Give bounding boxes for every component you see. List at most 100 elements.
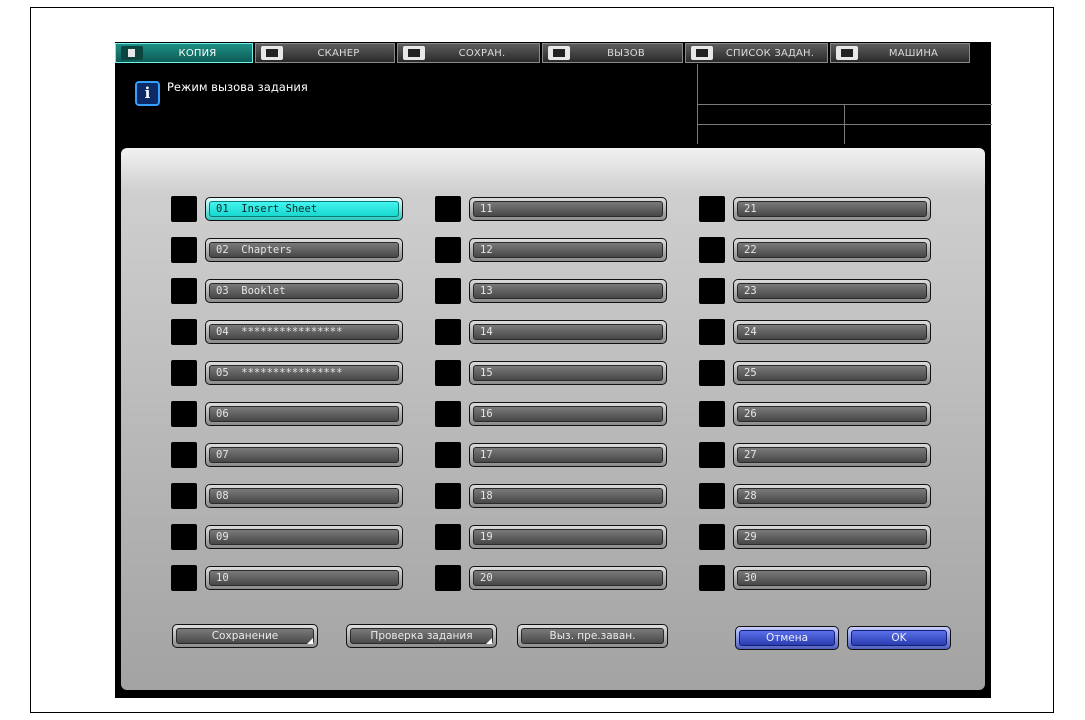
job-button-16[interactable]: 16 xyxy=(469,402,667,426)
job-checkbox[interactable] xyxy=(171,278,197,304)
job-checkbox[interactable] xyxy=(699,524,725,550)
job-button-09[interactable]: 09 xyxy=(205,525,403,549)
job-button-03[interactable]: 03 Booklet xyxy=(205,279,403,303)
job-button-13[interactable]: 13 xyxy=(469,279,667,303)
job-checkbox[interactable] xyxy=(171,401,197,427)
job-label: 12 xyxy=(473,242,663,258)
job-button-05[interactable]: 05 **************** xyxy=(205,361,403,385)
job-checkbox[interactable] xyxy=(435,483,461,509)
job-checkbox[interactable] xyxy=(699,565,725,591)
job-label: 27 xyxy=(737,447,927,463)
job-checkbox[interactable] xyxy=(699,401,725,427)
job-checkbox[interactable] xyxy=(435,278,461,304)
tab-label: СКАНЕР xyxy=(317,47,360,59)
tab-store[interactable]: СОХРАН. xyxy=(397,43,540,63)
job-button-21[interactable]: 21 xyxy=(733,197,931,221)
job-checkbox[interactable] xyxy=(171,360,197,386)
job-label: 05 **************** xyxy=(209,365,399,381)
job-button-19[interactable]: 19 xyxy=(469,525,667,549)
job-label: 09 xyxy=(209,529,399,545)
corner-arrow-icon xyxy=(486,638,492,644)
job-button-30[interactable]: 30 xyxy=(733,566,931,590)
job-button-01[interactable]: 01 Insert Sheet xyxy=(205,197,403,221)
ok-button[interactable]: OK xyxy=(847,626,951,650)
tab-scanner[interactable]: СКАНЕР xyxy=(255,43,395,63)
tab-label: ВЫЗОВ xyxy=(607,47,645,59)
button-label: Отмена xyxy=(739,630,835,646)
job-checkbox[interactable] xyxy=(435,319,461,345)
message-area: i Режим вызова задания xyxy=(115,64,695,144)
job-button-22[interactable]: 22 xyxy=(733,238,931,262)
job-button-06[interactable]: 06 xyxy=(205,402,403,426)
tab-recall[interactable]: ВЫЗОВ xyxy=(542,43,683,63)
job-label: 18 xyxy=(473,488,663,504)
scanner-icon xyxy=(261,46,283,60)
job-checkbox[interactable] xyxy=(435,196,461,222)
job-checkbox[interactable] xyxy=(171,237,197,263)
tab-label: СОХРАН. xyxy=(458,47,506,59)
job-checkbox[interactable] xyxy=(435,360,461,386)
job-button-10[interactable]: 10 xyxy=(205,566,403,590)
job-checkbox[interactable] xyxy=(435,401,461,427)
job-button-11[interactable]: 11 xyxy=(469,197,667,221)
job-checkbox[interactable] xyxy=(171,196,197,222)
status-divider xyxy=(698,104,992,105)
job-button-25[interactable]: 25 xyxy=(733,361,931,385)
job-button-12[interactable]: 12 xyxy=(469,238,667,262)
status-divider xyxy=(844,104,845,144)
job-checkbox[interactable] xyxy=(699,278,725,304)
job-button-23[interactable]: 23 xyxy=(733,279,931,303)
job-checkbox[interactable] xyxy=(435,565,461,591)
job-checkbox[interactable] xyxy=(171,524,197,550)
recall-previous-job-button[interactable]: Выз. пре.заван. xyxy=(517,624,668,648)
job-checkbox[interactable] xyxy=(171,565,197,591)
job-button-24[interactable]: 24 xyxy=(733,320,931,344)
job-label: 17 xyxy=(473,447,663,463)
job-button-04[interactable]: 04 **************** xyxy=(205,320,403,344)
tab-job-list[interactable]: СПИСОК ЗАДАН. xyxy=(685,43,828,63)
job-label: 23 xyxy=(737,283,927,299)
status-divider xyxy=(698,124,992,125)
job-button-28[interactable]: 28 xyxy=(733,484,931,508)
job-button-20[interactable]: 20 xyxy=(469,566,667,590)
job-button-17[interactable]: 17 xyxy=(469,443,667,467)
check-job-button[interactable]: Проверка задания xyxy=(346,624,497,648)
job-checkbox[interactable] xyxy=(435,524,461,550)
job-checkbox[interactable] xyxy=(699,319,725,345)
job-label: 07 xyxy=(209,447,399,463)
button-label: Проверка задания xyxy=(350,628,493,644)
job-button-08[interactable]: 08 xyxy=(205,484,403,508)
job-button-18[interactable]: 18 xyxy=(469,484,667,508)
save-button[interactable]: Сохранение xyxy=(172,624,318,648)
job-checkbox[interactable] xyxy=(435,237,461,263)
job-checkbox[interactable] xyxy=(171,319,197,345)
job-label: 20 xyxy=(473,570,663,586)
tab-copy[interactable]: КОПИЯ xyxy=(115,43,253,63)
recall-icon xyxy=(548,46,570,60)
job-button-14[interactable]: 14 xyxy=(469,320,667,344)
info-icon: i xyxy=(135,81,160,106)
job-checkbox[interactable] xyxy=(699,196,725,222)
job-checkbox[interactable] xyxy=(171,442,197,468)
job-checkbox[interactable] xyxy=(435,442,461,468)
job-button-07[interactable]: 07 xyxy=(205,443,403,467)
tab-machine[interactable]: МАШИНА xyxy=(830,43,970,63)
job-checkbox[interactable] xyxy=(171,483,197,509)
job-label: 30 xyxy=(737,570,927,586)
job-checkbox[interactable] xyxy=(699,237,725,263)
job-button-26[interactable]: 26 xyxy=(733,402,931,426)
cancel-button[interactable]: Отмена xyxy=(735,626,839,650)
job-button-27[interactable]: 27 xyxy=(733,443,931,467)
job-list-icon xyxy=(691,46,713,60)
job-checkbox[interactable] xyxy=(699,442,725,468)
store-icon xyxy=(403,46,425,60)
job-button-29[interactable]: 29 xyxy=(733,525,931,549)
button-label: Сохранение xyxy=(176,628,314,644)
job-recall-content: 01 Insert Sheet 02 Chapters 03 Booklet 0… xyxy=(121,148,985,690)
job-checkbox[interactable] xyxy=(699,483,725,509)
job-label: 24 xyxy=(737,324,927,340)
job-label: 04 **************** xyxy=(209,324,399,340)
job-checkbox[interactable] xyxy=(699,360,725,386)
job-button-15[interactable]: 15 xyxy=(469,361,667,385)
job-button-02[interactable]: 02 Chapters xyxy=(205,238,403,262)
